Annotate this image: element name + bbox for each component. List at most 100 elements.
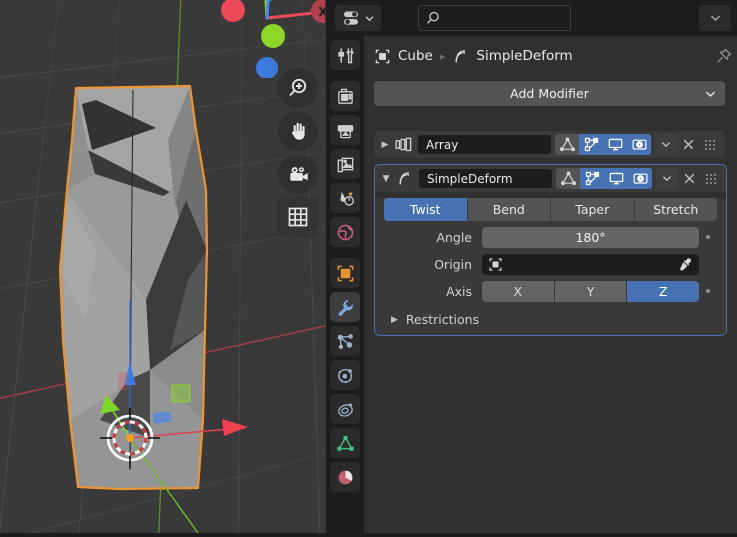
breadcrumb-modifier[interactable]: SimpleDeform (452, 48, 573, 65)
breadcrumb-object[interactable]: Cube (374, 48, 433, 65)
sidebar-item-world[interactable] (330, 217, 360, 247)
add-modifier-button[interactable]: Add Modifier (374, 81, 725, 106)
properties-editor-icon (344, 11, 358, 25)
render-toggle[interactable] (628, 168, 652, 189)
sidebar-item-physics[interactable] (330, 360, 360, 390)
deform-mode-tabs: Twist Bend Taper Stretch (384, 198, 717, 221)
angle-decorator[interactable] (699, 235, 717, 239)
sidebar-item-scene[interactable] (330, 183, 360, 213)
modifier-body-simpledeform: Twist Bend Taper Stretch Angle 180° Orig… (375, 198, 726, 335)
wrench-icon (338, 299, 353, 316)
axis-x-button[interactable]: X (482, 280, 555, 302)
breadcrumb: Cube ▸ SimpleDeform (364, 36, 737, 76)
constraints-icon (337, 402, 353, 417)
tab-bend[interactable]: Bend (467, 198, 551, 221)
tab-stretch[interactable]: Stretch (634, 198, 717, 221)
breadcrumb-separator: ▸ (439, 49, 446, 63)
grip-dots-icon[interactable] (699, 139, 721, 151)
gizmo-axis-y-neg (261, 24, 285, 48)
close-icon[interactable] (677, 134, 699, 155)
expand-toggle-array[interactable]: ▶ (378, 140, 392, 150)
restrictions-label: Restrictions (405, 312, 480, 327)
modifier-name-simpledeform[interactable]: SimpleDeform (419, 169, 552, 188)
simpledeform-icon (393, 170, 415, 187)
blender-window: X Cube ▸ SimpleDeform Add Modifier ▶ Arr… (0, 0, 737, 537)
viewport-nav-buttons (278, 68, 322, 240)
sidebar-item-viewlayer[interactable] (330, 149, 360, 179)
tab-twist[interactable]: Twist (384, 198, 468, 221)
expand-toggle-simpledeform[interactable]: ▼ (379, 174, 393, 184)
edit-mode-toggle[interactable] (579, 134, 603, 155)
search-input[interactable] (418, 5, 571, 31)
eyedropper-icon (680, 257, 692, 271)
sidebar-item-modifiers[interactable] (330, 292, 360, 322)
modifier-header-array[interactable]: ▶ Array (374, 131, 725, 158)
edit-mode-cage-toggle[interactable] (555, 134, 579, 155)
search-icon (427, 11, 439, 24)
mesh-data-icon (336, 435, 354, 451)
svg-text:X: X (318, 5, 325, 19)
sidebar-item-render[interactable] (330, 81, 360, 111)
tab-taper[interactable]: Taper (551, 198, 635, 221)
modifier-extras-simpledeform[interactable] (656, 168, 678, 189)
modifier-name-array[interactable]: Array (418, 135, 551, 154)
sidebar-item-particles[interactable] (330, 326, 360, 356)
grid-icon[interactable] (278, 197, 318, 237)
axis-label: Axis (446, 283, 472, 299)
hand-icon[interactable] (278, 111, 318, 151)
sidebar-item-object[interactable] (330, 258, 360, 288)
modifier-panel-simpledeform: ▼ SimpleDeform Twist Bend Taper Stretch … (374, 164, 727, 336)
object-icon (375, 49, 390, 63)
material-icon (338, 470, 352, 484)
properties-header (326, 0, 737, 36)
header-options-button[interactable] (699, 5, 731, 31)
modifier-header-simpledeform[interactable]: ▼ SimpleDeform (375, 165, 726, 192)
sidebar-item-output[interactable] (330, 115, 360, 145)
realtime-toggle[interactable] (604, 168, 628, 189)
gizmo-plane-xy (171, 384, 191, 403)
close-icon[interactable] (678, 168, 700, 189)
angle-field[interactable]: 180° (482, 226, 699, 248)
axis-decorator[interactable] (699, 289, 717, 293)
origin-label: Origin (434, 256, 472, 272)
chevron-down-icon (710, 15, 720, 22)
particles-icon (337, 333, 353, 349)
sidebar-item-tool[interactable] (330, 40, 360, 70)
realtime-toggle[interactable] (603, 134, 627, 155)
viewlayer-icon (337, 157, 353, 172)
sidebar-item-data[interactable] (330, 428, 360, 458)
navigation-gizmo[interactable]: X (205, 0, 325, 78)
edit-mode-cage-toggle[interactable] (556, 168, 580, 189)
camera-icon[interactable] (278, 154, 318, 194)
edit-mode-toggle[interactable] (580, 168, 604, 189)
render-toggle[interactable] (627, 134, 651, 155)
array-modifier-icon (392, 137, 414, 152)
grip-dots-icon[interactable] (700, 173, 722, 185)
gizmo-plane-xz (153, 411, 171, 424)
restrictions-section[interactable]: ▶ Restrictions (391, 312, 726, 327)
sidebar-item-constraints[interactable] (330, 394, 360, 424)
object-picker-icon (489, 257, 502, 271)
axis-y-button[interactable]: Y (554, 280, 628, 302)
gizmo-axis-x-neg (221, 0, 245, 22)
render-icon (337, 88, 353, 104)
sidebar-item-material[interactable] (330, 462, 360, 492)
axis-z-button[interactable]: Z (627, 280, 699, 302)
origin-field[interactable] (482, 253, 699, 275)
editor-type-selector[interactable] (335, 5, 381, 31)
chevron-down-icon (661, 142, 671, 148)
pin-icon[interactable] (715, 47, 733, 68)
zoom-icon[interactable] (278, 68, 318, 108)
simpledeform-icon (455, 49, 466, 62)
gizmo-axis-z-neg (256, 57, 278, 78)
3d-viewport[interactable]: X (0, 0, 326, 533)
modifier-panel-array: ▶ Array (374, 131, 725, 158)
tool-icon (337, 47, 354, 63)
physics-icon (337, 368, 352, 383)
breadcrumb-modifier-label: SimpleDeform (476, 48, 573, 64)
properties-body: Cube ▸ SimpleDeform Add Modifier ▶ Array… (364, 36, 737, 533)
object-icon (337, 265, 353, 281)
modifier-extras-array[interactable] (655, 134, 677, 155)
breadcrumb-object-label: Cube (398, 48, 433, 64)
axis-row: Axis X Y Z (384, 280, 717, 302)
